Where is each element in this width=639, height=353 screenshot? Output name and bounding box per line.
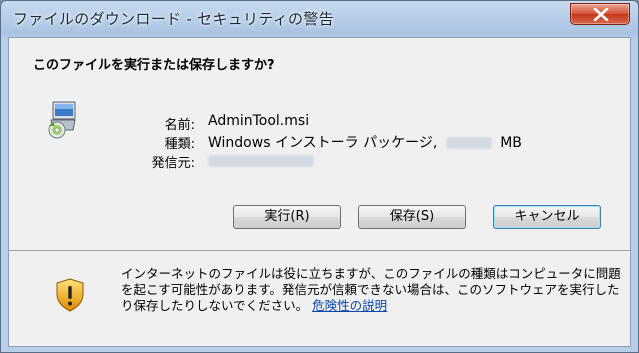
dialog-body: このファイルを実行または保存しますか? 名前: AdminTool.msi 種類… <box>8 37 631 347</box>
type-value: Windows インストーラ パッケージ, MB <box>208 132 522 152</box>
from-label: 発信元: <box>151 156 195 171</box>
dialog-question: このファイルを実行または保存しますか? <box>33 58 275 73</box>
type-value-text: Windows インストーラ パッケージ, <box>208 135 438 151</box>
close-button[interactable] <box>570 3 630 25</box>
run-button[interactable]: 実行(R) <box>233 205 341 229</box>
risk-explanation-link[interactable]: 危険性の説明 <box>312 298 387 313</box>
name-label: 名前: <box>164 118 195 133</box>
save-button[interactable]: 保存(S) <box>358 205 466 229</box>
from-value-redacted <box>208 155 314 167</box>
title-bar[interactable]: ファイルのダウンロード - セキュリティの警告 <box>1 1 638 37</box>
file-size-redacted <box>445 137 492 149</box>
type-label: 種類: <box>164 137 195 152</box>
download-security-dialog: ファイルのダウンロード - セキュリティの警告 このファイルを実行または保存しま… <box>0 0 639 353</box>
installer-package-icon <box>48 101 76 139</box>
window-title: ファイルのダウンロード - セキュリティの警告 <box>13 10 334 28</box>
type-value-unit: MB <box>500 135 522 151</box>
cancel-button[interactable]: キャンセル <box>493 205 601 229</box>
shield-warning-icon <box>56 278 84 312</box>
close-icon <box>593 8 609 21</box>
warning-message: インターネットのファイルは役に立ちますが、このファイルの種類はコンピュータに問題… <box>121 266 621 314</box>
name-value: AdminTool.msi <box>208 113 310 129</box>
